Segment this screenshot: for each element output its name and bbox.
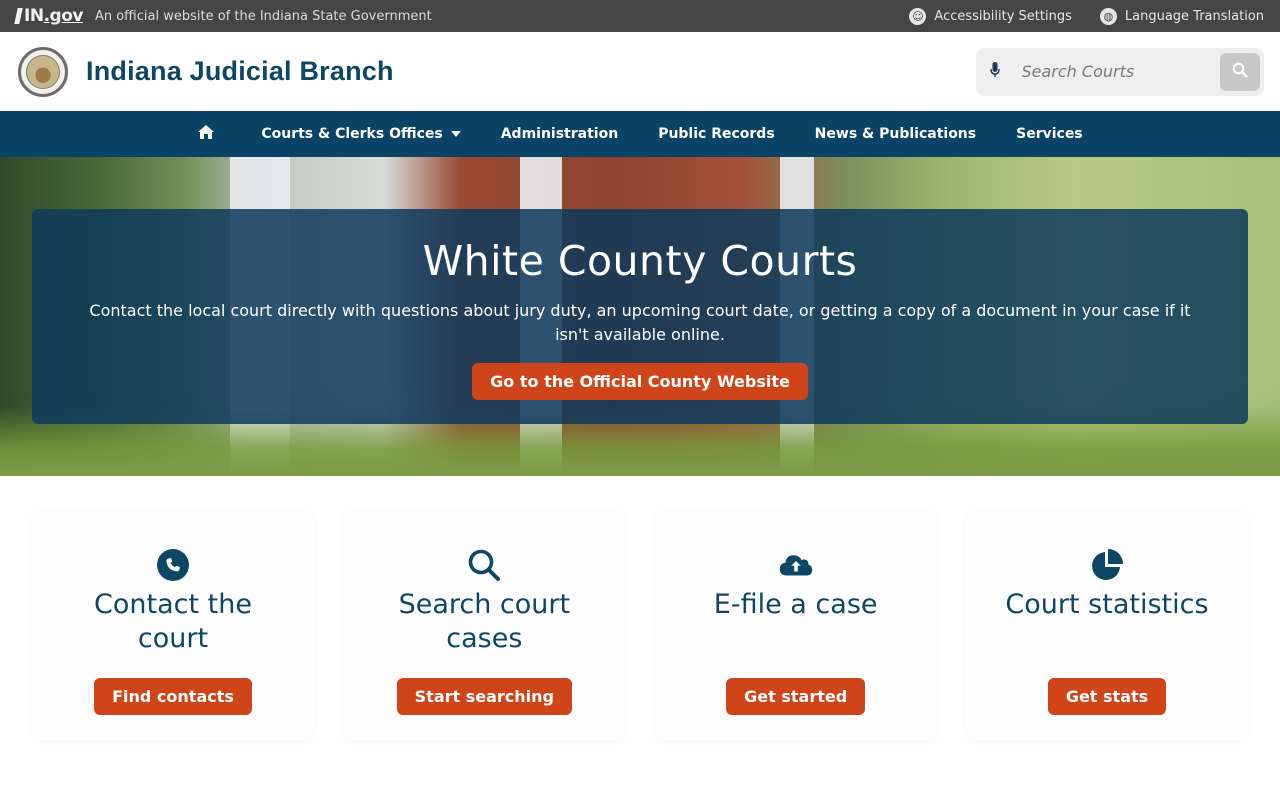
hero-description: Contact the local court directly with qu…	[89, 301, 1191, 344]
nav-home[interactable]	[177, 111, 241, 157]
site-title[interactable]: Indiana Judicial Branch	[86, 56, 394, 87]
card-title: E-file a case	[713, 589, 878, 620]
in-gov-logo-suffix: .gov	[43, 6, 84, 26]
accessibility-settings-label: Accessibility Settings	[934, 8, 1072, 24]
site-header: Indiana Judicial Branch	[0, 32, 1280, 111]
phone-icon	[156, 548, 190, 582]
card-title: Contact the court	[94, 589, 252, 654]
get-stats-button[interactable]: Get stats	[1047, 678, 1167, 715]
globe-icon: ◍	[1099, 7, 1117, 25]
quick-links: Contact the court Find contacts Search c…	[0, 476, 1280, 740]
search-button[interactable]	[1219, 52, 1260, 91]
nav-item-label: Services	[1016, 126, 1083, 142]
card-efile: E-file a case Get started	[654, 510, 937, 740]
nav-news-publications[interactable]: News & Publications	[795, 111, 996, 157]
find-contacts-button[interactable]: Find contacts	[94, 678, 252, 715]
language-translation-link[interactable]: ◍ Language Translation	[1099, 7, 1264, 25]
card-title: Court statistics	[1005, 589, 1209, 620]
nav-administration[interactable]: Administration	[481, 111, 638, 157]
language-translation-label: Language Translation	[1124, 8, 1264, 24]
search-input[interactable]	[1001, 62, 1220, 81]
chevron-down-icon	[450, 131, 461, 137]
nav-item-label: News & Publications	[814, 126, 977, 142]
accessibility-icon: ☺	[909, 7, 927, 25]
card-contact-court: Contact the court Find contacts	[32, 510, 314, 740]
nav-services[interactable]: Services	[996, 111, 1103, 157]
get-started-button[interactable]: Get started	[726, 678, 866, 715]
nav-item-label: Public Records	[658, 126, 775, 142]
hero-panel: White County Courts Contact the local co…	[32, 209, 1248, 424]
seal-center	[26, 54, 60, 89]
home-icon	[197, 124, 215, 144]
accessibility-settings-link[interactable]: ☺ Accessibility Settings	[909, 7, 1072, 25]
search-bar	[976, 47, 1264, 96]
nav-item-label: Administration	[500, 126, 619, 142]
in-gov-logo-text: IN	[24, 6, 44, 26]
official-website-notice: An official website of the Indiana State…	[94, 8, 432, 24]
card-search-cases: Search court cases Start searching	[343, 510, 626, 740]
card-title: Search court cases	[398, 589, 571, 654]
start-searching-button[interactable]: Start searching	[396, 678, 572, 715]
cloud-upload-icon	[779, 548, 813, 582]
microphone-icon[interactable]	[988, 61, 1002, 82]
search-icon	[1232, 62, 1248, 81]
pie-chart-icon	[1090, 548, 1124, 582]
main-nav: Courts & Clerks Offices Administration P…	[0, 111, 1280, 157]
state-bar: IN .gov An official website of the India…	[0, 0, 1280, 32]
page-title: White County Courts	[422, 237, 858, 285]
magnifier-icon	[467, 548, 501, 582]
in-gov-logo-mark	[14, 8, 23, 24]
nav-public-records[interactable]: Public Records	[638, 111, 794, 157]
nav-item-label: Courts & Clerks Offices	[261, 126, 443, 142]
in-gov-logo[interactable]: IN .gov	[14, 6, 84, 26]
card-court-statistics: Court statistics Get stats	[965, 510, 1248, 740]
nav-courts-clerks-offices[interactable]: Courts & Clerks Offices	[241, 111, 480, 157]
indiana-seal-logo[interactable]	[18, 46, 68, 97]
hero-banner: White County Courts Contact the local co…	[0, 157, 1280, 476]
official-county-website-button[interactable]: Go to the Official County Website	[472, 363, 808, 400]
